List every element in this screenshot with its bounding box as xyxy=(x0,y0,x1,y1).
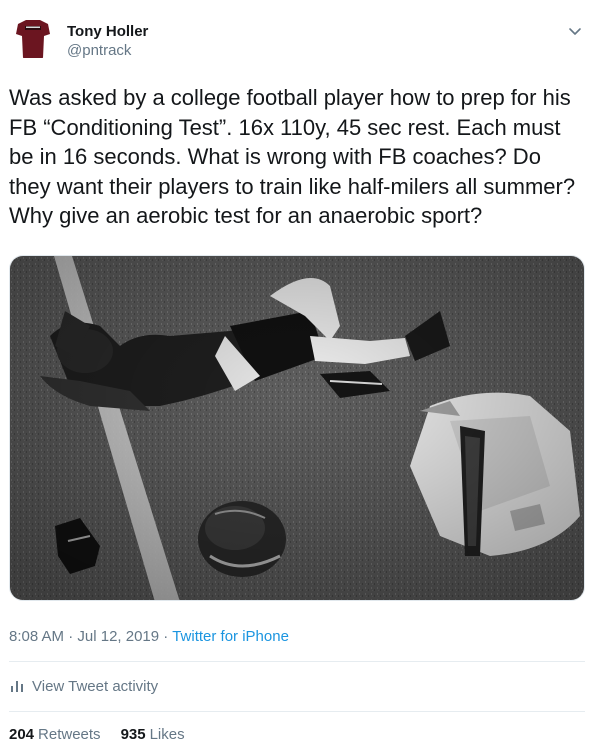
tweet-stats: 204 Retweets 935 Likes xyxy=(9,726,185,743)
meta-separator: · xyxy=(159,628,173,645)
tweet-header: Tony Holler @pntrack xyxy=(0,0,590,70)
avatar[interactable] xyxy=(10,14,56,60)
tweet-date[interactable]: Jul 12, 2019 xyxy=(77,628,159,645)
author-handle[interactable]: @pntrack xyxy=(67,42,131,59)
tweet-time[interactable]: 8:08 AM xyxy=(9,628,64,645)
tweet-source-link[interactable]: Twitter for iPhone xyxy=(172,628,289,645)
tweet-meta: 8:08 AM · Jul 12, 2019 · Twitter for iPh… xyxy=(9,628,289,645)
meta-separator: · xyxy=(64,628,78,645)
divider xyxy=(9,711,585,712)
likes-count: 935 xyxy=(120,726,146,743)
retweets-count: 204 xyxy=(9,726,35,743)
tweet-photo[interactable] xyxy=(9,255,585,601)
chevron-down-icon[interactable] xyxy=(566,22,584,40)
divider xyxy=(9,661,585,662)
likes-label: Likes xyxy=(149,726,185,743)
football-player-photo xyxy=(10,256,584,600)
avatar-shirt-image xyxy=(10,14,56,60)
tweet-text: Was asked by a college football player h… xyxy=(9,85,576,228)
view-tweet-activity-label: View Tweet activity xyxy=(32,677,159,695)
retweets-stat[interactable]: 204 Retweets xyxy=(9,726,101,743)
author-name[interactable]: Tony Holler xyxy=(67,23,148,40)
view-tweet-activity-link[interactable]: View Tweet activity xyxy=(9,671,158,701)
likes-stat[interactable]: 935 Likes xyxy=(121,726,185,743)
retweets-label: Retweets xyxy=(38,726,101,743)
bar-chart-icon xyxy=(9,678,25,694)
